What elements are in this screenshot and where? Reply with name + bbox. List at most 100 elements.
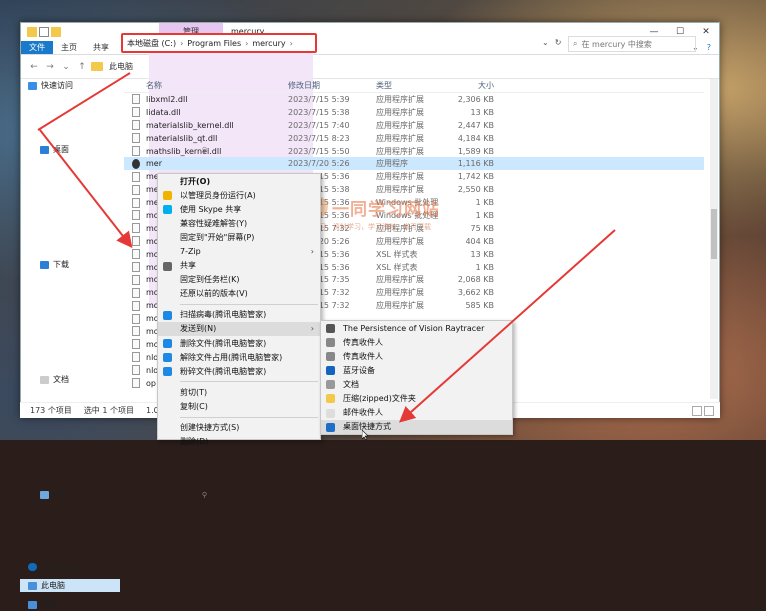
menu-item[interactable]: 传真收件人 <box>321 335 512 349</box>
forward-arrow-icon[interactable]: → <box>43 62 57 72</box>
address-bar-highlighted[interactable]: 本地磁盘 (C:) › Program Files › mercury › <box>121 33 317 53</box>
sidebar-item-onedrive[interactable]: OneDrive <box>20 560 120 573</box>
menu-item-label: 蓝牙设备 <box>343 365 375 375</box>
search-icon: ⌕ <box>573 39 578 48</box>
menu-item-label: 粉碎文件(腾讯电脑管家) <box>180 366 267 376</box>
mouse-cursor-icon <box>362 430 369 440</box>
computer-icon <box>28 581 37 590</box>
menu-item-label: 复制(C) <box>180 401 208 411</box>
menu-item[interactable]: 复制(C) <box>158 399 320 413</box>
menu-item-label: 删除文件(腾讯电脑管家) <box>180 338 267 348</box>
breadcrumb-mercury[interactable]: mercury <box>252 39 285 48</box>
up-arrow-icon[interactable]: ↑ <box>75 62 89 72</box>
menu-item-label: 解除文件占用(腾讯电脑管家) <box>180 352 283 362</box>
menu-item[interactable]: 剪切(T) <box>158 385 320 399</box>
menu-item[interactable]: 还原以前的版本(V) <box>158 287 320 301</box>
chevron-right-icon: › <box>310 247 314 257</box>
folder-icon[interactable] <box>27 27 37 37</box>
menu-item[interactable]: 粉碎文件(腾讯电脑管家) <box>158 364 320 378</box>
bluetooth-icon <box>326 366 335 376</box>
menu-item[interactable]: 传真收件人 <box>321 349 512 363</box>
recent-chevron-icon[interactable]: ⌄ <box>59 62 73 72</box>
povray-icon <box>326 324 335 333</box>
picture-icon <box>40 490 49 499</box>
menu-separator <box>180 381 318 383</box>
menu-item-label: 扫描病毒(腾讯电脑管家) <box>180 310 267 320</box>
tencent-icon <box>163 367 172 377</box>
documents-icon <box>326 380 335 390</box>
back-arrow-icon[interactable]: ← <box>27 62 41 72</box>
sidebar-item-this-pc[interactable]: 此电脑 <box>20 579 120 592</box>
menu-item-label: 固定到"开始"屏幕(P) <box>180 232 255 242</box>
menu-item[interactable]: 共享 <box>158 259 320 273</box>
ribbon-options: ⌄ ? <box>692 41 719 54</box>
menu-item[interactable]: 7-Zip › <box>158 244 320 258</box>
chevron-right-icon: › <box>310 324 314 334</box>
menu-item[interactable]: The Persistence of Vision Raytracer <box>321 321 512 335</box>
menu-item-label: 使用 Skype 共享 <box>180 204 242 214</box>
menu-item[interactable]: 兼容性疑难解答(Y) <box>158 216 320 230</box>
search-input[interactable]: 在 mercury 中搜索 <box>581 39 651 50</box>
menu-item[interactable]: 蓝牙设备 <box>321 363 512 377</box>
menu-item[interactable]: 删除文件(腾讯电脑管家) <box>158 336 320 350</box>
menu-item[interactable]: 桌面快捷方式 <box>321 419 512 434</box>
shield-icon <box>163 191 172 201</box>
pin-icon: ⚲ <box>201 490 207 499</box>
menu-item[interactable]: 发送到(N) › <box>158 321 320 337</box>
menu-item-label: The Persistence of Vision Raytracer <box>343 323 485 333</box>
send-to-submenu: The Persistence of Vision Raytracer 传真收件人… <box>320 320 513 435</box>
chevron-right-icon: › <box>180 38 184 48</box>
new-folder-icon[interactable] <box>51 27 61 37</box>
menu-item-label: 传真收件人 <box>343 351 383 361</box>
menu-separator <box>180 303 318 305</box>
menu-item[interactable]: 解除文件占用(腾讯电脑管家) <box>158 350 320 364</box>
menu-item-label: 删除(D) <box>180 437 209 447</box>
tab-share[interactable]: 共享 <box>85 41 117 54</box>
close-icon[interactable]: ✕ <box>693 23 719 41</box>
menu-item[interactable]: 删除(D) <box>158 435 320 449</box>
tab-file[interactable]: 文件 <box>21 41 53 54</box>
navigation-bar: ← → ⌄ ↑ 此电脑 <box>21 55 719 79</box>
menu-item-label: 压缩(zipped)文件夹 <box>343 394 416 404</box>
menu-item-label: 共享 <box>180 261 196 271</box>
cloud-icon <box>28 562 37 571</box>
menu-item[interactable]: 扫描病毒(腾讯电脑管家) <box>158 308 320 322</box>
folder-icon <box>91 62 103 71</box>
sidebar-item-network[interactable]: 网络 <box>20 598 120 611</box>
menu-separator <box>180 416 318 418</box>
menu-item-label: 以管理员身份运行(A) <box>180 190 256 200</box>
help-icon[interactable]: ? <box>707 41 711 54</box>
dropdown-icon[interactable]: ⌄ <box>542 38 549 47</box>
menu-item-label: 创建快捷方式(S) <box>180 423 240 433</box>
chevron-right-icon: › <box>289 38 293 48</box>
tencent-icon <box>163 353 172 363</box>
breadcrumb-drive[interactable]: 本地磁盘 (C:) <box>127 38 176 49</box>
menu-item-label: 剪切(T) <box>180 387 208 397</box>
menu-item-label: 传真收件人 <box>343 337 383 347</box>
tencent-icon <box>163 339 172 349</box>
tab-home[interactable]: 主页 <box>53 41 85 54</box>
mail-icon <box>326 408 335 418</box>
menu-item[interactable]: 固定到任务栏(K) <box>158 273 320 287</box>
network-icon <box>28 600 37 609</box>
tencent-icon <box>163 310 172 320</box>
refresh-icon[interactable]: ↻ <box>555 38 562 47</box>
menu-item[interactable]: 文档 <box>321 377 512 391</box>
search-box[interactable]: ⌕ 在 mercury 中搜索 <box>568 36 696 52</box>
menu-item[interactable]: 压缩(zipped)文件夹 <box>321 391 512 405</box>
menu-item[interactable]: 使用 Skype 共享 <box>158 202 320 216</box>
menu-item[interactable]: 打开(O) <box>158 174 320 188</box>
menu-item[interactable]: 以管理员身份运行(A) <box>158 188 320 202</box>
menu-item[interactable]: 创建快捷方式(S) <box>158 421 320 435</box>
menu-item[interactable]: 邮件收件人 <box>321 406 512 420</box>
sidebar-item-pictures[interactable]: 图片 ⚲ <box>20 437 213 552</box>
menu-item-label: 固定到任务栏(K) <box>180 275 240 285</box>
skype-icon <box>163 205 172 215</box>
breadcrumb-program-files[interactable]: Program Files <box>187 39 241 48</box>
properties-icon[interactable] <box>39 27 49 37</box>
menu-item[interactable]: 固定到"开始"屏幕(P) <box>158 230 320 244</box>
menu-item-label: 还原以前的版本(V) <box>180 289 248 299</box>
menu-item-label: 文档 <box>343 379 359 389</box>
breadcrumb-this-pc[interactable]: 此电脑 <box>109 61 133 72</box>
fax-icon <box>326 338 335 348</box>
